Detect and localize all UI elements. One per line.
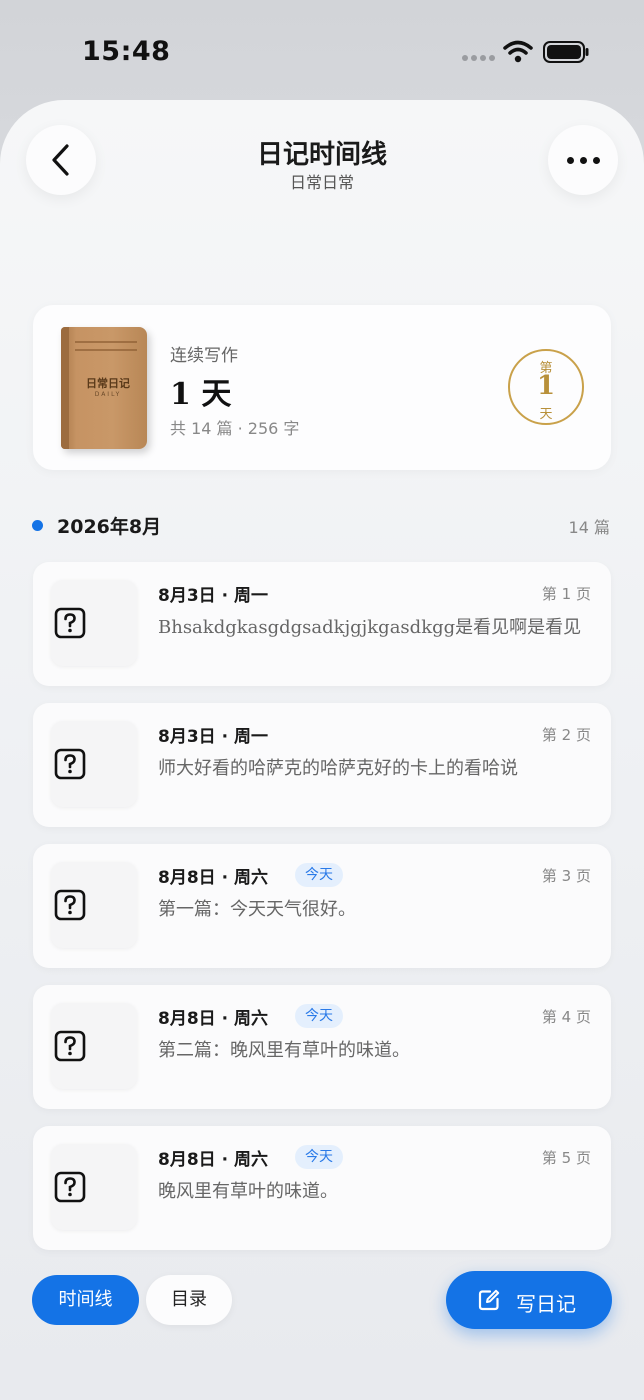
book-subtitle: DAILY: [94, 391, 122, 398]
entry-page: 第 1 页: [541, 585, 591, 603]
entry-preview: 师大好看的哈萨克的哈萨克好的卡上的看哈说: [158, 758, 518, 779]
today-badge: 今天: [295, 1145, 343, 1169]
streak-value: 1 天: [170, 377, 232, 412]
more-button[interactable]: [548, 125, 618, 195]
unknown-image-icon: [54, 889, 86, 921]
wifi-icon: [503, 40, 533, 63]
month-dot: [32, 520, 43, 531]
entry-date: 8月8日 · 周六: [158, 868, 268, 888]
write-diary-button[interactable]: 写日记: [446, 1271, 612, 1329]
entry-thumbnail: [51, 1003, 137, 1089]
entry-preview: 第二篇：晚风里有草叶的味道。: [158, 1040, 410, 1061]
today-badge: 今天: [295, 1004, 343, 1028]
entry-date: 8月3日 · 周一: [158, 727, 268, 747]
entry-page: 第 2 页: [541, 726, 591, 744]
unknown-image-icon: [54, 607, 86, 639]
entry-preview: Bhsakdgkasgdgsadkjgjkgasdkgg是看见啊是看见: [158, 617, 582, 638]
page-title: 日记时间线: [256, 140, 387, 170]
more-icon: [566, 156, 600, 164]
diary-cover: 日常日记 DAILY: [61, 327, 147, 449]
entry-thumbnail: [51, 862, 137, 948]
timeline-sheet: 日记时间线 日常日常 日常日记 DAILY 连续写作 1 天 共 14 篇 · …: [0, 100, 644, 1400]
streak-card: 日常日记 DAILY 连续写作 1 天 共 14 篇 · 256 字 第 1 天: [33, 305, 611, 470]
edit-icon: [478, 1289, 500, 1311]
unknown-image-icon: [54, 1030, 86, 1062]
entry-preview: 第一篇：今天天气很好。: [158, 899, 356, 920]
unknown-image-icon: [54, 1171, 86, 1203]
status-time: 15:48: [82, 36, 171, 67]
entry-page: 第 3 页: [541, 867, 591, 885]
entry-preview: 晚风里有草叶的味道。: [158, 1181, 338, 1202]
streak-stats: 共 14 篇 · 256 字: [170, 419, 300, 438]
entry-card[interactable]: 8月8日 · 周六 今天 第 4 页 第二篇：晚风里有草叶的味道。: [33, 985, 611, 1109]
entry-date: 8月3日 · 周一: [158, 586, 268, 606]
entry-thumbnail: [51, 580, 137, 666]
entry-date: 8月8日 · 周六: [158, 1009, 268, 1029]
page-subtitle: 日常日常: [289, 173, 354, 192]
tab-timeline[interactable]: 时间线: [32, 1275, 139, 1325]
unknown-image-icon: [54, 748, 86, 780]
streak-label: 连续写作: [170, 346, 238, 366]
entry-card[interactable]: 8月3日 · 周一 第 2 页 师大好看的哈萨克的哈萨克好的卡上的看哈说: [33, 703, 611, 827]
entry-page: 第 4 页: [541, 1008, 591, 1026]
entry-card[interactable]: 8月3日 · 周一 第 1 页 Bhsakdgkasgdgsadkjgjkgas…: [33, 562, 611, 686]
write-diary-label: 写日记: [516, 1292, 576, 1316]
status-bar: 15:48: [0, 0, 644, 100]
entry-thumbnail: [51, 1144, 137, 1230]
day-badge: 第 1 天: [508, 349, 584, 425]
entry-card[interactable]: 8月8日 · 周六 今天 第 3 页 第一篇：今天天气很好。: [33, 844, 611, 968]
entry-thumbnail: [51, 721, 137, 807]
month-label: 2026年8月: [57, 516, 162, 538]
tab-catalog[interactable]: 目录: [146, 1275, 232, 1325]
entry-page: 第 5 页: [541, 1149, 591, 1167]
today-badge: 今天: [295, 863, 343, 887]
battery-icon: [543, 41, 589, 63]
month-count: 14 篇: [568, 518, 610, 537]
signal-icon: [462, 55, 496, 63]
entry-date: 8月8日 · 周六: [158, 1150, 268, 1170]
entry-card[interactable]: 8月8日 · 周六 今天 第 5 页 晚风里有草叶的味道。: [33, 1126, 611, 1250]
book-title: 日常日记: [86, 377, 130, 390]
